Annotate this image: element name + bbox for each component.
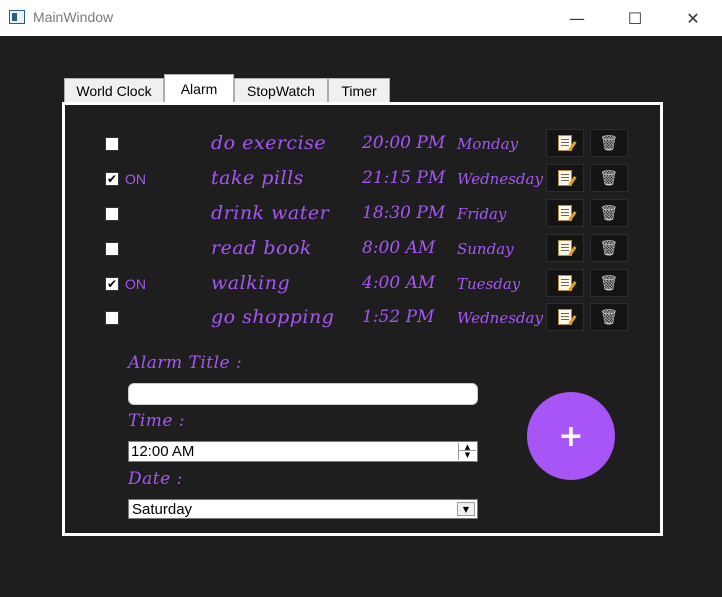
delete-alarm-button[interactable]: 🗑 [590,164,628,192]
trash-icon: 🗑 [599,273,619,292]
edit-notepad-icon [558,205,572,221]
alarm-time: 1:52 PM [362,307,435,327]
alarm-state-label: ON [125,171,146,187]
alarm-panel: do exercise 20:00 PM Monday 🗑 ✔ ON take … [62,102,663,536]
edit-alarm-button[interactable] [546,269,584,297]
alarm-time: 21:15 PM [362,168,446,188]
delete-alarm-button[interactable]: 🗑 [590,303,628,331]
app-icon [9,10,25,24]
alarm-toggle-checkbox[interactable] [105,137,119,151]
alarm-title: go shopping [211,306,335,328]
edit-notepad-icon [558,240,572,256]
tab-world-clock[interactable]: World Clock [64,78,164,103]
alarm-time: 4:00 AM [362,273,436,293]
spin-down-icon[interactable]: ▼ [459,451,476,459]
alarm-time: 20:00 PM [362,133,446,153]
add-alarm-button[interactable]: + [527,392,615,480]
edit-alarm-button[interactable] [546,164,584,192]
maximize-button[interactable]: ☐ [606,0,664,36]
edit-alarm-button[interactable] [546,199,584,227]
trash-icon: 🗑 [599,203,619,222]
alarm-title: walking [211,272,291,294]
date-select[interactable]: Saturday ▼ [128,499,478,519]
edit-alarm-button[interactable] [546,303,584,331]
trash-icon: 🗑 [599,133,619,152]
tab-timer[interactable]: Timer [328,78,390,103]
alarm-toggle-checkbox[interactable]: ✔ [105,172,119,186]
alarm-row: go shopping 1:52 PM Wednesday 🗑 [65,302,660,336]
alarm-toggle-checkbox[interactable] [105,242,119,256]
delete-alarm-button[interactable]: 🗑 [590,234,628,262]
trash-icon: 🗑 [599,168,619,187]
spin-up-icon[interactable]: ▲ [459,443,476,451]
alarm-title: drink water [211,202,330,224]
edit-notepad-icon [558,309,572,325]
alarm-time: 18:30 PM [362,203,446,223]
time-value: 12:00 AM [131,443,195,460]
delete-alarm-button[interactable]: 🗑 [590,269,628,297]
window-title: MainWindow [33,9,114,25]
alarm-title: read book [211,237,312,259]
chevron-down-icon[interactable]: ▼ [457,502,475,516]
alarm-time: 8:00 AM [362,238,436,258]
delete-alarm-button[interactable]: 🗑 [590,129,628,157]
trash-icon: 🗑 [599,238,619,257]
trash-icon: 🗑 [599,307,619,326]
alarm-day: Wednesday [457,170,543,188]
time-spinner[interactable]: ▲ ▼ [458,443,476,460]
time-label: Time : [128,411,186,431]
alarm-title: do exercise [211,132,327,154]
alarm-day: Tuesday [457,275,521,293]
alarm-row: ✔ ON take pills 21:15 PM Wednesday 🗑 [65,163,660,197]
edit-notepad-icon [558,135,572,151]
delete-alarm-button[interactable]: 🗑 [590,199,628,227]
alarm-state-label: ON [125,276,146,292]
alarm-title-input[interactable] [128,383,478,405]
alarm-day: Monday [457,135,519,153]
edit-alarm-button[interactable] [546,129,584,157]
alarm-title: take pills [211,167,304,189]
date-label: Date : [128,469,183,489]
alarm-row: do exercise 20:00 PM Monday 🗑 [65,128,660,162]
alarm-toggle-checkbox[interactable] [105,207,119,221]
date-value: Saturday [132,501,193,518]
alarm-day: Wednesday [457,309,543,327]
alarm-row: read book 8:00 AM Sunday 🗑 [65,233,660,267]
alarm-row: drink water 18:30 PM Friday 🗑 [65,198,660,232]
alarm-day: Friday [457,205,507,223]
alarm-toggle-checkbox[interactable]: ✔ [105,277,119,291]
tab-stopwatch[interactable]: StopWatch [234,78,328,103]
edit-notepad-icon [558,275,572,291]
title-bar: MainWindow — ☐ ✕ [0,0,722,36]
alarm-toggle-checkbox[interactable] [105,311,119,325]
tab-alarm[interactable]: Alarm [164,74,234,103]
edit-notepad-icon [558,170,572,186]
close-button[interactable]: ✕ [664,0,722,36]
alarm-title-label: Alarm Title : [128,353,243,373]
alarm-day: Sunday [457,240,514,258]
minimize-button[interactable]: — [548,0,606,36]
edit-alarm-button[interactable] [546,234,584,262]
alarm-row: ✔ ON walking 4:00 AM Tuesday 🗑 [65,268,660,302]
time-picker[interactable]: 12:00 AM ▲ ▼ [128,441,478,462]
